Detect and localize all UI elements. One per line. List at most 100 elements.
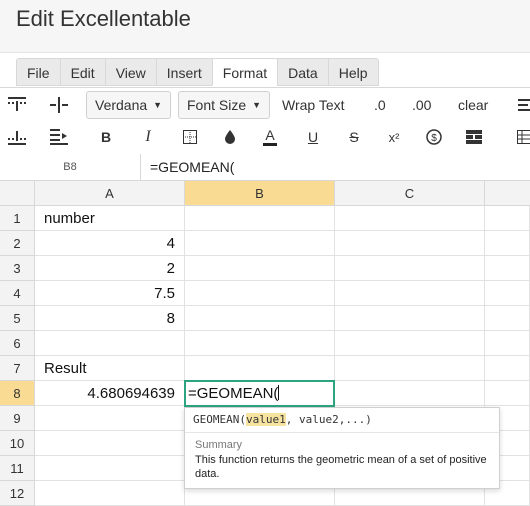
align-top-icon[interactable]	[6, 94, 28, 116]
tooltip-divider	[185, 432, 499, 433]
summary-text: This function returns the geometric mean…	[195, 453, 495, 481]
cell-c1[interactable]	[335, 206, 485, 231]
cell-a12[interactable]	[35, 481, 185, 506]
cell-a1[interactable]: number	[35, 206, 185, 231]
row-header-4[interactable]: 4	[0, 281, 35, 306]
row-header-11[interactable]: 11	[0, 456, 35, 481]
row-header-2[interactable]: 2	[0, 231, 35, 256]
cell-a6[interactable]	[35, 331, 185, 356]
toolbar: Verdana▼ Font Size▼ Wrap Text .0 .00 cle…	[0, 87, 530, 155]
cell-c2[interactable]	[335, 231, 485, 256]
signature-current-arg: value1	[246, 413, 286, 426]
row-header-5[interactable]: 5	[0, 306, 35, 331]
wrap-text-button[interactable]: Wrap Text	[282, 94, 345, 116]
cell-reference[interactable]: B8	[0, 154, 141, 180]
cell-d6[interactable]	[485, 331, 530, 356]
signature-rest: , value2,...)	[286, 413, 372, 426]
fill-color-icon[interactable]	[220, 126, 240, 148]
align-middle-icon[interactable]	[48, 94, 70, 116]
font-size-dropdown[interactable]: Font Size▼	[178, 91, 270, 119]
cell-b4[interactable]	[185, 281, 335, 306]
cell-a5[interactable]: 8	[35, 306, 185, 331]
cell-b5[interactable]	[185, 306, 335, 331]
text-color-button[interactable]: A	[260, 126, 280, 148]
row-header-1[interactable]: 1	[0, 206, 35, 231]
cell-c8[interactable]	[335, 381, 485, 406]
strikethrough-button[interactable]: S	[344, 126, 364, 148]
cell-d7[interactable]	[485, 356, 530, 381]
italic-button[interactable]: I	[138, 126, 158, 148]
select-all-corner[interactable]	[0, 181, 35, 206]
cell-b6[interactable]	[185, 331, 335, 356]
cell-d2[interactable]	[485, 231, 530, 256]
cell-b7[interactable]	[185, 356, 335, 381]
font-family-value: Verdana	[95, 97, 147, 113]
table-icon[interactable]	[514, 126, 530, 148]
row-header-7[interactable]: 7	[0, 356, 35, 381]
cell-a11[interactable]	[35, 456, 185, 481]
superscript-button[interactable]: x²	[384, 126, 404, 148]
row-header-10[interactable]: 10	[0, 431, 35, 456]
cell-c5[interactable]	[335, 306, 485, 331]
text-color-swatch	[263, 143, 277, 146]
row-header-9[interactable]: 9	[0, 406, 35, 431]
cell-a8[interactable]: 4.680694639	[35, 381, 185, 406]
cell-a4[interactable]: 7.5	[35, 281, 185, 306]
tab-file[interactable]: File	[16, 58, 60, 86]
cell-d3[interactable]	[485, 256, 530, 281]
cell-d8[interactable]	[485, 381, 530, 406]
text-cursor	[278, 385, 279, 400]
row-header-6[interactable]: 6	[0, 331, 35, 356]
cell-c4[interactable]	[335, 281, 485, 306]
currency-icon[interactable]: $	[424, 126, 444, 148]
tab-help[interactable]: Help	[328, 58, 379, 86]
align-bottom-icon[interactable]	[6, 126, 28, 148]
signature-prefix: GEOMEAN(	[193, 413, 246, 426]
cell-c6[interactable]	[335, 331, 485, 356]
cell-a10[interactable]	[35, 431, 185, 456]
column-header-b[interactable]: B	[185, 181, 335, 206]
tab-edit[interactable]: Edit	[60, 58, 105, 86]
cell-a3[interactable]: 2	[35, 256, 185, 281]
cell-b2[interactable]	[185, 231, 335, 256]
spreadsheet-grid: A B C 1 2 3 4 5 6 7 8 9 10 11 12 number …	[0, 181, 530, 504]
app-title: Edit Excellentable	[16, 6, 191, 32]
cell-d5[interactable]	[485, 306, 530, 331]
cell-d1[interactable]	[485, 206, 530, 231]
cell-c7[interactable]	[335, 356, 485, 381]
tab-data[interactable]: Data	[277, 58, 328, 86]
cell-a7[interactable]: Result	[35, 356, 185, 381]
cell-a2[interactable]: 4	[35, 231, 185, 256]
text-direction-icon[interactable]	[48, 126, 70, 148]
align-left-icon[interactable]	[516, 94, 530, 116]
formula-input[interactable]: =GEOMEAN(	[150, 154, 234, 180]
cell-d4[interactable]	[485, 281, 530, 306]
cell-a9[interactable]	[35, 406, 185, 431]
column-header-d[interactable]	[485, 181, 530, 206]
function-signature: GEOMEAN(value1, value2,...)	[193, 413, 372, 426]
row-header-3[interactable]: 3	[0, 256, 35, 281]
borders-icon[interactable]	[180, 126, 200, 148]
merge-cells-icon[interactable]	[464, 126, 484, 148]
function-hint-tooltip: GEOMEAN(value1, value2,...) Summary This…	[184, 407, 500, 489]
tab-format[interactable]: Format	[212, 58, 277, 86]
row-header-8[interactable]: 8	[0, 381, 35, 406]
svg-text:$: $	[431, 133, 437, 144]
clear-format-button[interactable]: clear	[458, 94, 488, 116]
font-family-dropdown[interactable]: Verdana▼	[86, 91, 171, 119]
menu-tabs: File Edit View Insert Format Data Help	[16, 58, 379, 88]
cell-b1[interactable]	[185, 206, 335, 231]
bold-button[interactable]: B	[96, 126, 116, 148]
tab-insert[interactable]: Insert	[156, 58, 212, 86]
cell-c3[interactable]	[335, 256, 485, 281]
column-header-a[interactable]: A	[35, 181, 185, 206]
tab-view[interactable]: View	[105, 58, 156, 86]
underline-button[interactable]: U	[303, 126, 323, 148]
row-header-12[interactable]: 12	[0, 481, 35, 506]
decrease-decimal-button[interactable]: .0	[374, 94, 386, 116]
title-bar: Edit Excellentable	[0, 0, 530, 53]
column-header-c[interactable]: C	[335, 181, 485, 206]
cell-editor-b8[interactable]: =GEOMEAN(	[184, 380, 335, 407]
cell-b3[interactable]	[185, 256, 335, 281]
increase-decimal-button[interactable]: .00	[412, 94, 431, 116]
